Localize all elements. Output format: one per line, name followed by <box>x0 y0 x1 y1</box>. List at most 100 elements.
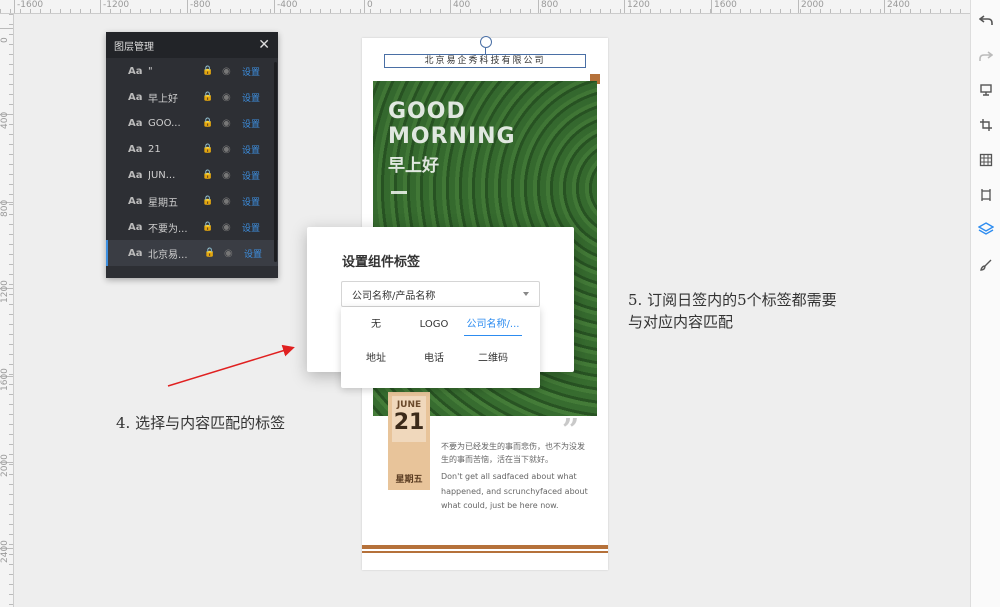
redo-icon[interactable] <box>976 46 996 66</box>
company-name-text[interactable]: 北京易企秀科技有限公司 <box>384 54 586 68</box>
heading-english[interactable]: GOOD MORNING <box>388 99 516 149</box>
text-layer-icon: Aa <box>128 91 143 103</box>
layer-settings-link[interactable]: 设置 <box>242 65 260 78</box>
modal-title: 设置组件标签 <box>342 255 421 270</box>
layer-panel-header: 图层管理 ✕ <box>106 32 278 58</box>
ruler-label: 0 <box>364 0 373 13</box>
text-layer-icon: Aa <box>128 117 143 129</box>
tag-select-value: 公司名称/产品名称 <box>352 290 436 302</box>
tag-select[interactable]: 公司名称/产品名称 <box>341 281 540 307</box>
horizontal-ruler: -1600 -1200 -800 -400 0 400 800 1200 160… <box>0 0 970 14</box>
tag-option-phone[interactable]: 电话 <box>405 349 463 369</box>
layer-settings-link[interactable]: 设置 <box>242 91 260 104</box>
tag-option-address[interactable]: 地址 <box>347 349 405 369</box>
ruler-label: 0 <box>0 37 10 43</box>
rotate-handle[interactable] <box>480 36 492 48</box>
eye-icon[interactable]: ◉ <box>222 196 231 207</box>
text-layer-icon: Aa <box>128 221 143 233</box>
ruler-label: 800 <box>538 0 558 13</box>
heading-chinese[interactable]: 早上好 <box>388 151 439 176</box>
layer-row[interactable]: Aa " 🔒 ◉ 设置 <box>106 58 278 84</box>
layer-row[interactable]: Aa 21 🔒 ◉ 设置 <box>106 136 278 162</box>
chevron-down-icon <box>523 292 529 296</box>
text-layer-icon: Aa <box>128 247 143 259</box>
crop-icon[interactable] <box>976 115 996 135</box>
text-layer-icon: Aa <box>128 169 143 181</box>
eye-icon[interactable]: ◉ <box>224 248 233 259</box>
quote-chinese-text[interactable]: 不要为已经发生的事而悲伤，也不为没发生的事而苦恼，活在当下就好。 <box>441 440 591 466</box>
layer-row[interactable]: Aa JUN... 🔒 ◉ 设置 <box>106 162 278 188</box>
tag-option-logo[interactable]: LOGO <box>405 315 463 335</box>
lock-icon[interactable]: 🔒 <box>202 196 213 206</box>
ruler-label: 2000 <box>0 454 10 477</box>
eye-icon[interactable]: ◉ <box>222 66 231 77</box>
layer-settings-link[interactable]: 设置 <box>242 169 260 182</box>
layer-settings-link[interactable]: 设置 <box>242 143 260 156</box>
lock-icon[interactable]: 🔒 <box>204 248 215 258</box>
layer-settings-link[interactable]: 设置 <box>242 221 260 234</box>
layer-settings-link[interactable]: 设置 <box>244 247 262 260</box>
ruler-label: 2400 <box>0 540 10 563</box>
ruler-label: 800 <box>0 199 10 217</box>
lock-icon[interactable]: 🔒 <box>202 66 213 76</box>
undo-icon[interactable] <box>976 10 996 30</box>
tag-dropdown: 无 LOGO 公司名称/... 地址 电话 二维码 <box>341 307 540 388</box>
eye-icon[interactable]: ◉ <box>222 144 231 155</box>
lock-icon[interactable]: 🔒 <box>202 170 213 180</box>
grid-icon[interactable] <box>976 150 996 170</box>
right-toolbar <box>970 0 1000 607</box>
layer-settings-link[interactable]: 设置 <box>242 195 260 208</box>
layer-row[interactable]: Aa GOO... 🔒 ◉ 设置 <box>106 110 278 136</box>
layer-name: JUN... <box>148 169 176 181</box>
layer-name: 早上好 <box>148 93 178 105</box>
layer-list: Aa " 🔒 ◉ 设置 Aa 早上好 🔒 ◉ 设置 Aa GOO... 🔒 ◉ 设置 Aa 21 🔒 ◉ 设置 Aa JU… <box>106 58 278 266</box>
ruler-ticks <box>9 14 13 607</box>
heading-divider <box>391 191 407 194</box>
layer-panel-scrollbar[interactable] <box>274 62 277 262</box>
layer-row[interactable]: Aa 早上好 🔒 ◉ 设置 <box>106 84 278 110</box>
ruler-ticks <box>0 9 970 13</box>
layers-icon[interactable] <box>976 219 996 239</box>
eye-icon[interactable]: ◉ <box>222 170 231 181</box>
day-text: 21 <box>393 410 425 435</box>
text-layer-icon: Aa <box>128 65 143 77</box>
footer-bar-thin <box>362 551 608 553</box>
layer-name: 星期五 <box>148 197 178 209</box>
ruler-label: 1200 <box>0 280 10 303</box>
layer-panel-title: 图层管理 <box>114 41 154 53</box>
layer-name: 21 <box>148 143 161 155</box>
ruler-label: -800 <box>187 0 210 13</box>
ruler-label: 1600 <box>711 0 737 13</box>
layer-row[interactable]: Aa 星期五 🔒 ◉ 设置 <box>106 188 278 214</box>
lock-icon[interactable]: 🔒 <box>202 92 213 102</box>
eye-icon[interactable]: ◉ <box>222 222 231 233</box>
quote-english-text[interactable]: Don't get all sadfaced about what happen… <box>441 470 591 514</box>
frame-icon[interactable] <box>976 185 996 205</box>
lock-icon[interactable]: 🔒 <box>202 118 213 128</box>
ruler-label: 1600 <box>0 368 10 391</box>
annotation-step5-line1: 5. 订阅日签内的5个标签都需要 <box>628 291 837 309</box>
tag-option-none[interactable]: 无 <box>347 315 405 335</box>
eye-icon[interactable]: ◉ <box>222 92 231 103</box>
close-icon[interactable]: ✕ <box>258 37 270 53</box>
annotation-arrow <box>167 344 295 387</box>
tag-option-qrcode[interactable]: 二维码 <box>464 349 522 369</box>
layer-settings-link[interactable]: 设置 <box>242 117 260 130</box>
display-icon[interactable] <box>976 80 996 100</box>
layer-row[interactable]: Aa 北京易... 🔒 ◉ 设置 <box>106 240 278 266</box>
text-layer-icon: Aa <box>128 143 143 155</box>
annotation-step4: 4. 选择与内容匹配的标签 <box>116 414 286 432</box>
vertical-ruler: 0 400 800 1200 1600 2000 2400 <box>0 14 14 607</box>
month-text: JUNE <box>396 400 422 410</box>
ruler-label: 400 <box>450 0 470 13</box>
date-block[interactable]: JUNE 21 星期五 <box>388 392 430 490</box>
ruler-label: 400 <box>0 111 10 129</box>
lock-icon[interactable]: 🔒 <box>202 222 213 232</box>
lock-icon[interactable]: 🔒 <box>202 144 213 154</box>
footer-bar <box>362 545 608 549</box>
tag-option-company-name[interactable]: 公司名称/... <box>464 315 522 336</box>
eye-icon[interactable]: ◉ <box>222 118 231 129</box>
ruler-label: -1200 <box>100 0 129 13</box>
brush-icon[interactable] <box>976 255 996 275</box>
layer-row[interactable]: Aa 不要为... 🔒 ◉ 设置 <box>106 214 278 240</box>
